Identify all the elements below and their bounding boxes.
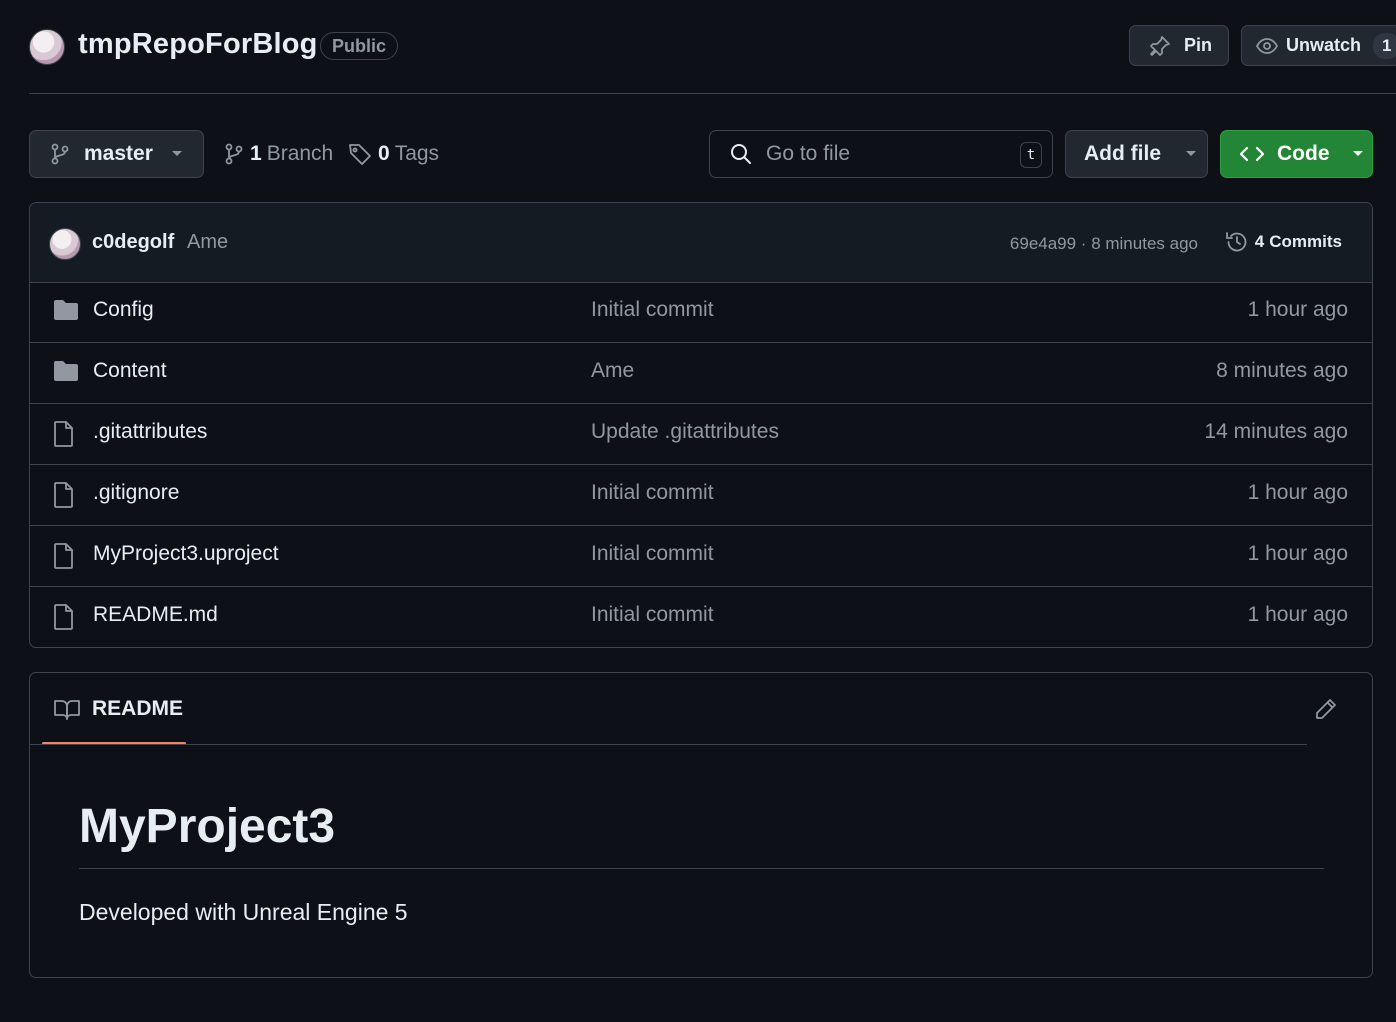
commits-count: 4 bbox=[1254, 232, 1265, 251]
chevron-down-icon bbox=[171, 150, 183, 158]
branches-link[interactable]: 1 Branch bbox=[224, 142, 333, 166]
file-icon bbox=[53, 421, 75, 447]
readme-tab-divider bbox=[30, 744, 1307, 745]
file-row[interactable]: README.md Initial commit 1 hour ago bbox=[30, 587, 1372, 647]
unwatch-button[interactable]: Unwatch 1 bbox=[1241, 25, 1396, 66]
latest-commit-bar: c0degolf Ame 69e4a99 · 8 minutes ago 4 C… bbox=[30, 203, 1372, 283]
branches-label: Branch bbox=[266, 142, 334, 165]
pencil-icon[interactable] bbox=[1314, 697, 1338, 721]
chevron-down-icon bbox=[1352, 150, 1364, 158]
add-file-button[interactable]: Add file bbox=[1065, 130, 1208, 178]
file-name[interactable]: .gitattributes bbox=[93, 420, 207, 444]
commits-label: Commits bbox=[1269, 232, 1342, 251]
file-commit-time: 1 hour ago bbox=[1247, 603, 1348, 626]
chevron-down-icon bbox=[1185, 150, 1197, 158]
history-icon bbox=[1225, 230, 1249, 254]
branch-name: master bbox=[84, 142, 153, 165]
book-icon bbox=[54, 698, 80, 720]
commits-link[interactable]: 4 Commits bbox=[1225, 230, 1342, 254]
readme-panel: README MyProject3 Developed with Unreal … bbox=[29, 672, 1373, 978]
heading-rule bbox=[79, 868, 1324, 869]
file-row[interactable]: Content Ame 8 minutes ago bbox=[30, 343, 1372, 404]
file-icon bbox=[53, 543, 75, 569]
file-name[interactable]: README.md bbox=[93, 603, 218, 627]
tags-count: 0 bbox=[378, 142, 390, 165]
readme-heading: MyProject3 bbox=[79, 800, 336, 853]
file-row[interactable]: .gitattributes Update .gitattributes 14 mi… bbox=[30, 404, 1372, 465]
add-file-label: Add file bbox=[1084, 142, 1161, 165]
file-list: c0degolf Ame 69e4a99 · 8 minutes ago 4 C… bbox=[29, 202, 1373, 648]
file-commit-message[interactable]: Initial commit bbox=[591, 603, 714, 627]
file-row[interactable]: MyProject3.uproject Initial commit 1 hour … bbox=[30, 526, 1372, 587]
header-divider bbox=[29, 93, 1396, 94]
readme-body: Developed with Unreal Engine 5 bbox=[79, 899, 408, 925]
search-placeholder: Go to file bbox=[766, 142, 851, 165]
code-label: Code bbox=[1277, 142, 1330, 165]
git-branch-icon bbox=[50, 143, 70, 165]
file-commit-message[interactable]: Update .gitattributes bbox=[591, 420, 779, 444]
file-commit-time: 1 hour ago bbox=[1247, 542, 1348, 565]
file-name[interactable]: Content bbox=[93, 359, 167, 383]
unwatch-label: Unwatch bbox=[1286, 35, 1362, 55]
watch-count: 1 bbox=[1373, 32, 1396, 59]
file-commit-message[interactable]: Initial commit bbox=[591, 542, 714, 566]
commit-hash-time[interactable]: 69e4a99 · 8 minutes ago bbox=[1010, 234, 1198, 254]
file-row[interactable]: Config Initial commit 1 hour ago bbox=[30, 282, 1372, 343]
visibility-badge: Public bbox=[320, 32, 399, 60]
commit-author-avatar[interactable] bbox=[49, 228, 81, 260]
file-icon bbox=[53, 604, 75, 630]
file-commit-message[interactable]: Ame bbox=[591, 359, 634, 383]
git-branch-icon bbox=[224, 143, 244, 165]
code-button[interactable]: Code bbox=[1220, 130, 1373, 178]
tags-label: Tags bbox=[394, 142, 440, 165]
code-icon bbox=[1239, 144, 1265, 164]
pin-button[interactable]: Pin bbox=[1129, 25, 1229, 66]
folder-icon bbox=[53, 299, 79, 321]
repo-owner-avatar[interactable] bbox=[29, 29, 65, 65]
commit-author[interactable]: c0degolf bbox=[92, 231, 174, 254]
file-row[interactable]: .gitignore Initial commit 1 hour ago bbox=[30, 465, 1372, 526]
file-icon bbox=[53, 482, 75, 508]
tags-link[interactable]: 0 Tags bbox=[348, 142, 439, 166]
file-name[interactable]: .gitignore bbox=[93, 481, 179, 505]
go-to-file-input[interactable]: Go to file t bbox=[709, 130, 1053, 178]
readme-tab-label: README bbox=[92, 697, 184, 720]
shortcut-key: t bbox=[1020, 142, 1042, 168]
branch-selector[interactable]: master bbox=[29, 130, 204, 178]
search-icon bbox=[729, 142, 753, 166]
folder-icon bbox=[53, 360, 79, 382]
file-commit-time: 1 hour ago bbox=[1247, 298, 1348, 321]
file-name[interactable]: MyProject3.uproject bbox=[93, 542, 279, 566]
file-commit-time: 14 minutes ago bbox=[1204, 420, 1348, 443]
file-commit-time: 8 minutes ago bbox=[1216, 359, 1348, 382]
commit-message[interactable]: Ame bbox=[187, 231, 228, 254]
branches-count: 1 bbox=[250, 142, 262, 165]
readme-tab[interactable]: README bbox=[54, 697, 183, 721]
file-commit-message[interactable]: Initial commit bbox=[591, 481, 714, 505]
eye-icon bbox=[1255, 34, 1279, 58]
file-commit-message[interactable]: Initial commit bbox=[591, 298, 714, 322]
repo-name[interactable]: tmpRepoForBlog bbox=[78, 28, 318, 61]
tag-icon bbox=[348, 142, 372, 166]
file-commit-time: 1 hour ago bbox=[1247, 481, 1348, 504]
pin-label: Pin bbox=[1184, 35, 1213, 55]
pin-icon bbox=[1148, 34, 1172, 58]
file-name[interactable]: Config bbox=[93, 298, 154, 322]
